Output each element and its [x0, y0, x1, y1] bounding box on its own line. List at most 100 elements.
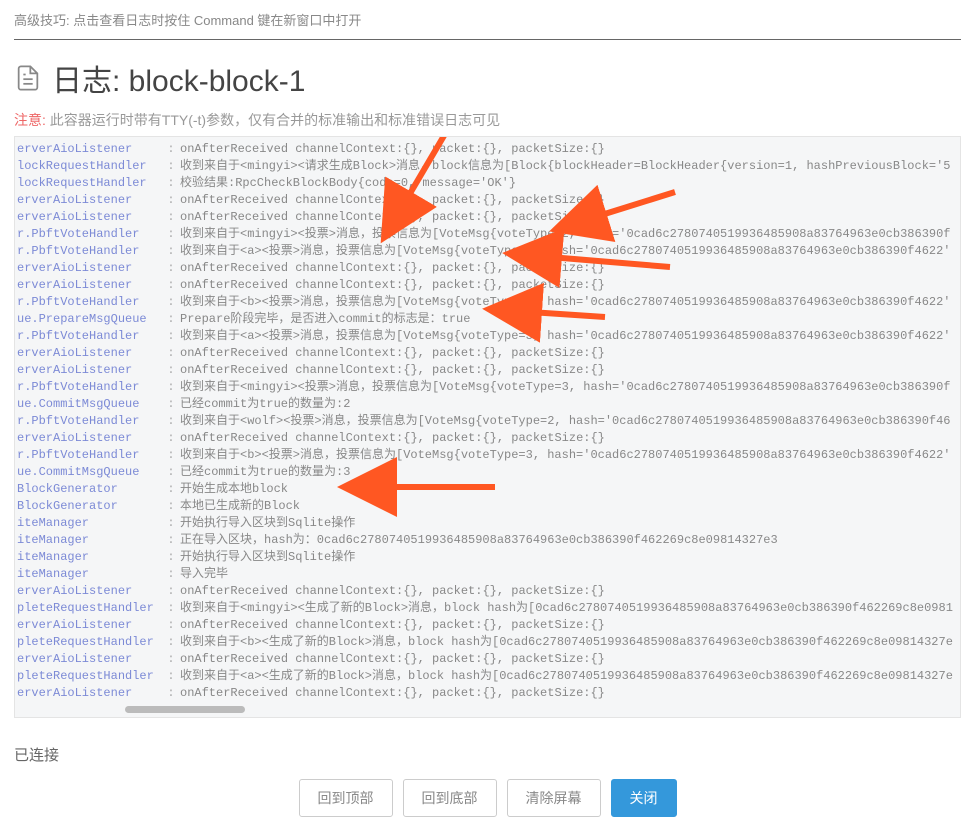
log-line: r.PbftVoteHandler: 收到来自于<wolf><投票>消息，投票信… [17, 413, 961, 430]
log-source: r.PbftVoteHandler [17, 243, 162, 260]
log-source: iteManager [17, 515, 162, 532]
log-source: erverAioListener [17, 209, 162, 226]
log-line: iteManager: 开始执行导入区块到Sqlite操作 [17, 515, 961, 532]
log-source: r.PbftVoteHandler [17, 328, 162, 345]
log-line: erverAioListener: onAfterReceived channe… [17, 345, 961, 362]
log-message: 收到来自于<a><投票>消息，投票信息为[VoteMsg{voteType=3,… [180, 328, 951, 345]
tip-text: 高级技巧: 点击查看日志时按住 Command 键在新窗口中打开 [0, 0, 975, 39]
log-line: erverAioListener: onAfterReceived channe… [17, 583, 961, 600]
connection-status: 已连接 [0, 718, 975, 773]
log-line: r.PbftVoteHandler: 收到来自于<a><投票>消息，投票信息为[… [17, 328, 961, 345]
log-source: erverAioListener [17, 260, 162, 277]
log-message: 校验结果:RpcCheckBlockBody{code=0, message='… [180, 175, 516, 192]
log-message: 已经commit为true的数量为:2 [180, 396, 350, 413]
log-line: erverAioListener: onAfterReceived channe… [17, 260, 961, 277]
log-source: r.PbftVoteHandler [17, 447, 162, 464]
notice-text: 此容器运行时带有TTY(-t)参数，仅有合并的标准输出和标准错误日志可见 [46, 112, 500, 128]
close-button[interactable]: 关闭 [611, 779, 677, 817]
log-source: erverAioListener [17, 192, 162, 209]
notice-row: 注意: 此容器运行时带有TTY(-t)参数，仅有合并的标准输出和标准错误日志可见 [0, 104, 975, 136]
log-line: BlockGenerator: 开始生成本地block [17, 481, 961, 498]
log-message: onAfterReceived channelContext:{}, packe… [180, 192, 605, 209]
log-source: erverAioListener [17, 617, 162, 634]
log-source: r.PbftVoteHandler [17, 294, 162, 311]
log-source: erverAioListener [17, 430, 162, 447]
log-line: ue.PrepareMsgQueue: Prepare阶段完毕，是否进入comm… [17, 311, 961, 328]
log-message: 本地已生成新的Block [180, 498, 300, 515]
scroll-bottom-button[interactable]: 回到底部 [403, 779, 497, 817]
log-line: erverAioListener: onAfterReceived channe… [17, 209, 961, 226]
log-line: iteManager: 导入完毕 [17, 566, 961, 583]
log-message: Prepare阶段完毕，是否进入commit的标志是：true [180, 311, 470, 328]
log-source: r.PbftVoteHandler [17, 413, 162, 430]
log-message: 收到来自于<mingyi><投票>消息，投票信息为[VoteMsg{voteTy… [180, 379, 951, 396]
log-message: onAfterReceived channelContext:{}, packe… [180, 209, 605, 226]
log-message: onAfterReceived channelContext:{}, packe… [180, 141, 605, 158]
log-line: erverAioListener: onAfterReceived channe… [17, 192, 961, 209]
log-line: erverAioListener: onAfterReceived channe… [17, 430, 961, 447]
log-source: erverAioListener [17, 583, 162, 600]
log-message: 导入完毕 [180, 566, 228, 583]
log-line: lockRequestHandler: 校验结果:RpcCheckBlockBo… [17, 175, 961, 192]
log-line: r.PbftVoteHandler: 收到来自于<mingyi><投票>消息，投… [17, 379, 961, 396]
log-message: onAfterReceived channelContext:{}, packe… [180, 685, 605, 702]
log-message: onAfterReceived channelContext:{}, packe… [180, 277, 605, 294]
log-line: BlockGenerator: 本地已生成新的Block [17, 498, 961, 515]
log-message: 已经commit为true的数量为:3 [180, 464, 350, 481]
log-line: pleteRequestHandler: 收到来自于<a><生成了新的Block… [17, 668, 961, 685]
log-line: r.PbftVoteHandler: 收到来自于<a><投票>消息，投票信息为[… [17, 243, 961, 260]
log-source: BlockGenerator [17, 498, 162, 515]
log-source: BlockGenerator [17, 481, 162, 498]
log-source: iteManager [17, 549, 162, 566]
log-source: pleteRequestHandler [17, 668, 162, 685]
log-source: pleteRequestHandler [17, 634, 162, 651]
scroll-top-button[interactable]: 回到顶部 [299, 779, 393, 817]
log-output[interactable]: erverAioListener: onAfterReceived channe… [14, 136, 961, 718]
clear-screen-button[interactable]: 清除屏幕 [507, 779, 601, 817]
log-message: 收到来自于<b><投票>消息，投票信息为[VoteMsg{voteType=3,… [180, 447, 951, 464]
log-message: 收到来自于<a><生成了新的Block>消息，block hash为[0cad6… [180, 668, 953, 685]
horizontal-scrollbar[interactable] [125, 706, 245, 713]
title-row: 日志: block-block-1 [0, 48, 975, 104]
log-line: erverAioListener: onAfterReceived channe… [17, 651, 961, 668]
log-source: lockRequestHandler [17, 158, 162, 175]
log-message: 开始执行导入区块到Sqlite操作 [180, 549, 355, 566]
log-line: pleteRequestHandler: 收到来自于<mingyi><生成了新的… [17, 600, 961, 617]
log-source: erverAioListener [17, 141, 162, 158]
log-source: r.PbftVoteHandler [17, 226, 162, 243]
log-source: erverAioListener [17, 277, 162, 294]
log-source: iteManager [17, 566, 162, 583]
log-message: 开始生成本地block [180, 481, 288, 498]
log-line: r.PbftVoteHandler: 收到来自于<b><投票>消息，投票信息为[… [17, 294, 961, 311]
log-message: onAfterReceived channelContext:{}, packe… [180, 651, 605, 668]
log-line: pleteRequestHandler: 收到来自于<b><生成了新的Block… [17, 634, 961, 651]
page-title: 日志: block-block-1 [52, 56, 305, 100]
log-message: 收到来自于<wolf><投票>消息，投票信息为[VoteMsg{voteType… [180, 413, 951, 430]
log-message: 收到来自于<b><生成了新的Block>消息，block hash为[0cad6… [180, 634, 953, 651]
log-message: onAfterReceived channelContext:{}, packe… [180, 260, 605, 277]
log-source: erverAioListener [17, 345, 162, 362]
log-line: erverAioListener: onAfterReceived channe… [17, 277, 961, 294]
log-line: r.PbftVoteHandler: 收到来自于<b><投票>消息，投票信息为[… [17, 447, 961, 464]
log-message: onAfterReceived channelContext:{}, packe… [180, 345, 605, 362]
log-message: 收到来自于<mingyi><投票>消息，投票信息为[VoteMsg{voteTy… [180, 226, 951, 243]
log-message: 收到来自于<mingyi><生成了新的Block>消息，block hash为[… [180, 600, 953, 617]
log-source: ue.PrepareMsgQueue [17, 311, 162, 328]
log-message: 正在导入区块，hash为：0cad6c2780740519936485908a8… [180, 532, 778, 549]
log-message: onAfterReceived channelContext:{}, packe… [180, 430, 605, 447]
log-source: erverAioListener [17, 685, 162, 702]
button-row: 回到顶部 回到底部 清除屏幕 关闭 [0, 773, 975, 823]
document-icon [14, 64, 42, 92]
divider [14, 39, 961, 40]
log-source: r.PbftVoteHandler [17, 379, 162, 396]
log-line: iteManager: 开始执行导入区块到Sqlite操作 [17, 549, 961, 566]
log-line: iteManager: 正在导入区块，hash为：0cad6c278074051… [17, 532, 961, 549]
log-line: erverAioListener: onAfterReceived channe… [17, 685, 961, 702]
log-source: lockRequestHandler [17, 175, 162, 192]
log-line: erverAioListener: onAfterReceived channe… [17, 617, 961, 634]
log-source: ue.CommitMsgQueue [17, 464, 162, 481]
notice-label: 注意: [14, 112, 46, 128]
log-message: 收到来自于<mingyi><请求生成Block>消息，block信息为[Bloc… [180, 158, 951, 175]
log-source: erverAioListener [17, 362, 162, 379]
log-line: erverAioListener: onAfterReceived channe… [17, 362, 961, 379]
